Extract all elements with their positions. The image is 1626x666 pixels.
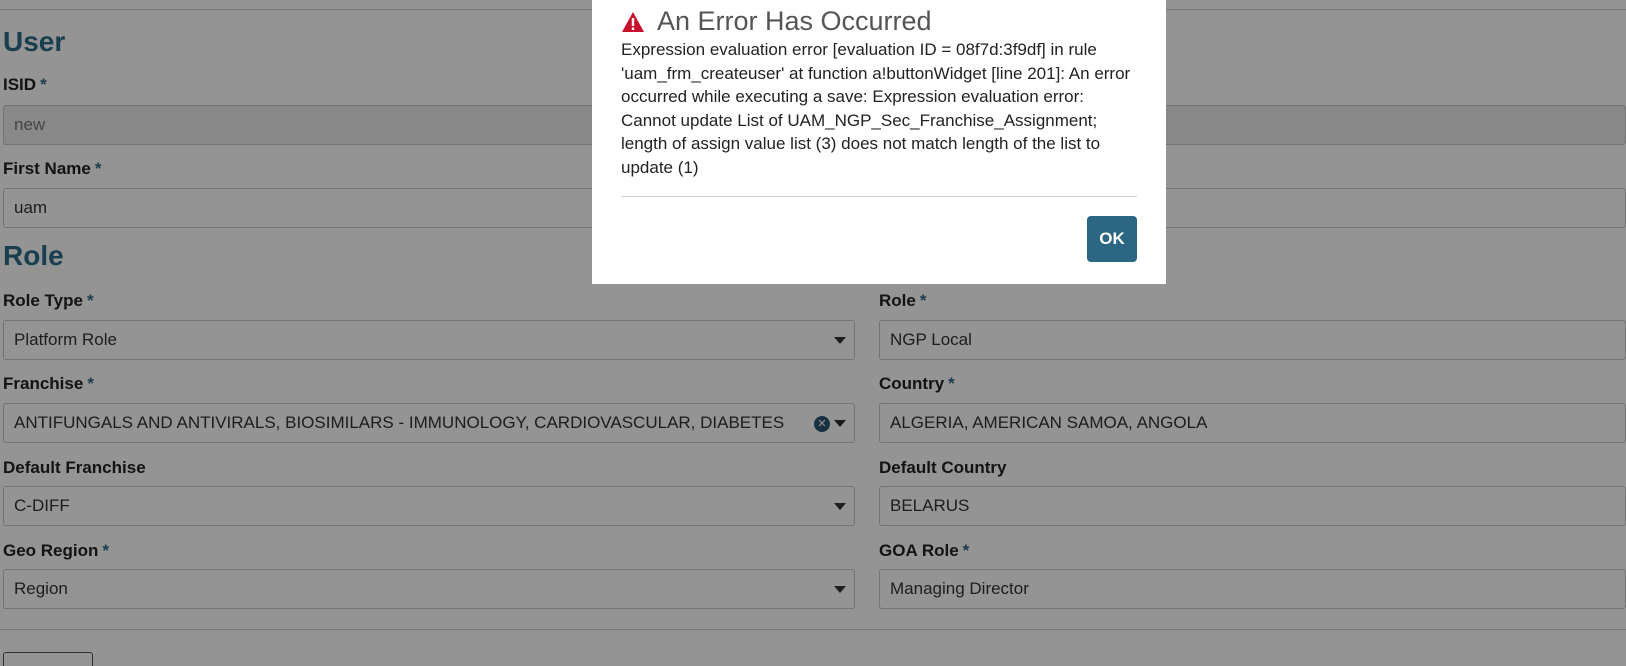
dialog-title-text: An Error Has Occurred xyxy=(657,6,932,36)
warning-icon xyxy=(622,11,644,32)
error-dialog: An Error Has Occurred Expression evaluat… xyxy=(592,0,1166,284)
dialog-divider xyxy=(621,196,1137,197)
ok-button[interactable]: OK xyxy=(1087,216,1137,262)
error-message: Expression evaluation error [evaluation … xyxy=(621,40,1131,177)
dialog-title: An Error Has Occurred xyxy=(621,6,932,37)
